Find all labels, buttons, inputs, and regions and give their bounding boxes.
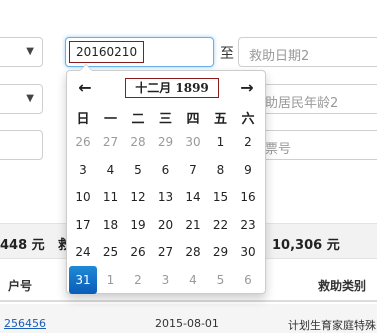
day-cell[interactable]: 10 — [69, 183, 97, 211]
day-cell[interactable]: 29 — [207, 238, 235, 266]
day-cell[interactable]: 3 — [152, 266, 180, 294]
age-to-placeholder: 助居民年龄2 — [265, 96, 339, 111]
day-cell[interactable]: 16 — [234, 183, 262, 211]
date-from-value: 20160210 — [69, 41, 145, 63]
day-cell[interactable]: 15 — [207, 183, 235, 211]
chevron-down-icon: ▼ — [26, 93, 34, 104]
day-cell[interactable]: 30 — [234, 238, 262, 266]
day-cell[interactable]: 5 — [124, 156, 152, 184]
day-cell[interactable]: 27 — [152, 238, 180, 266]
summary-left-amount: 448 元 — [0, 238, 45, 253]
day-cell[interactable]: 2 — [234, 128, 262, 156]
date-from-input[interactable]: 20160210 — [65, 37, 214, 67]
column-header-account: 户号 — [8, 279, 33, 293]
weekday-label: 二 — [131, 112, 145, 127]
day-cell[interactable]: 4 — [97, 156, 125, 184]
datepicker-popup: ← 十二月 1899 → 日一二三四五六 26 27 28 29 30 1 2 3 4 5 6 7 8 9… — [66, 64, 266, 294]
day-cell[interactable]: 23 — [234, 211, 262, 239]
weekday-label: 三 — [158, 112, 172, 127]
day-cell[interactable]: 1 — [207, 128, 235, 156]
day-cell[interactable]: 6 — [152, 156, 180, 184]
filter-select-1[interactable]: ▼ — [0, 37, 43, 67]
day-cell[interactable]: 5 — [207, 266, 235, 294]
text-filter-left[interactable] — [0, 130, 43, 160]
month-year-switch[interactable]: 十二月 1899 — [125, 78, 219, 98]
day-cell[interactable]: 2 — [124, 266, 152, 294]
day-cell[interactable]: 20 — [152, 211, 180, 239]
weekday-label: 一 — [103, 112, 117, 127]
day-cell[interactable]: 25 — [97, 238, 125, 266]
next-month-icon[interactable]: → — [235, 78, 259, 97]
day-cell[interactable]: 6 — [234, 266, 262, 294]
day-cell[interactable]: 22 — [207, 211, 235, 239]
day-cell[interactable]: 19 — [124, 211, 152, 239]
day-cell[interactable]: 27 — [97, 128, 125, 156]
chevron-down-icon: ▼ — [26, 46, 34, 57]
day-cell[interactable]: 9 — [234, 156, 262, 184]
day-cell[interactable]: 21 — [179, 211, 207, 239]
day-cell[interactable]: 11 — [97, 183, 125, 211]
day-cell[interactable]: 14 — [179, 183, 207, 211]
weekday-label: 五 — [213, 112, 227, 127]
day-cell[interactable]: 17 — [69, 211, 97, 239]
date-to-input[interactable]: 救助日期2 — [238, 37, 377, 67]
prev-month-icon[interactable]: ← — [73, 78, 97, 97]
datepicker-caret-inner — [80, 65, 92, 71]
weekday-label: 日 — [76, 112, 90, 127]
day-cell[interactable]: 13 — [152, 183, 180, 211]
day-cell[interactable]: 7 — [179, 156, 207, 184]
account-link[interactable]: 256456 — [4, 317, 46, 330]
weekday-label: 六 — [241, 112, 255, 127]
day-cell[interactable]: 30 — [179, 128, 207, 156]
day-cell[interactable]: 18 — [97, 211, 125, 239]
filter-select-2[interactable]: ▼ — [0, 84, 43, 114]
day-cell[interactable]: 8 — [207, 156, 235, 184]
date-to-placeholder: 救助日期2 — [249, 49, 310, 64]
column-header-category: 救助类别 — [318, 279, 367, 293]
day-cell[interactable]: 3 — [69, 156, 97, 184]
ticket-placeholder: 票号 — [265, 142, 292, 157]
day-cell[interactable]: 28 — [179, 238, 207, 266]
day-cell[interactable]: 28 — [124, 128, 152, 156]
summary-right-amount: 10,306 元 — [272, 238, 340, 253]
day-cell[interactable]: 12 — [124, 183, 152, 211]
day-cell[interactable]: 1 — [97, 266, 125, 294]
day-cell[interactable]: 26 — [124, 238, 152, 266]
day-cell[interactable]: 29 — [152, 128, 180, 156]
selected-day[interactable]: 31 — [69, 265, 97, 294]
weekday-label: 四 — [186, 112, 200, 127]
day-cell[interactable]: 26 — [69, 128, 97, 156]
row-date: 2015-08-01 — [155, 317, 219, 330]
day-cell[interactable]: 24 — [69, 238, 97, 266]
range-separator: 至 — [220, 46, 234, 62]
day-cell[interactable]: 4 — [179, 266, 207, 294]
row-category: 计划生育家庭特殊 — [288, 319, 376, 332]
